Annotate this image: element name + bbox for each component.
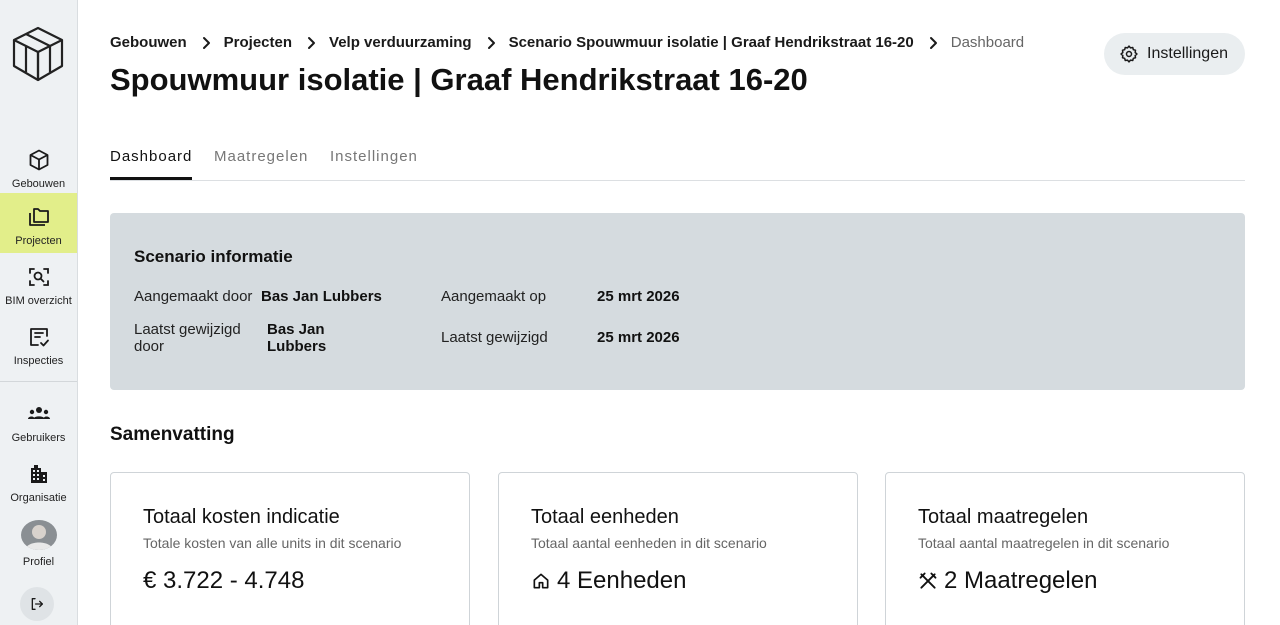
chevron-right-icon	[308, 36, 316, 49]
tools-icon	[919, 572, 937, 589]
tab-instellingen[interactable]: Instellingen	[330, 148, 418, 180]
checklist-icon	[29, 328, 49, 347]
sidebar-item-bim-overzicht[interactable]: BIM overzicht	[0, 253, 77, 313]
sidebar-item-projecten[interactable]: Projecten	[0, 193, 77, 253]
gear-icon	[1120, 45, 1138, 63]
scenario-info-title: Scenario informatie	[134, 247, 293, 266]
sidebar-item-profiel[interactable]: Profiel	[0, 508, 77, 568]
tab-maatregelen[interactable]: Maatregelen	[214, 148, 308, 180]
tab-dashboard[interactable]: Dashboard	[110, 148, 193, 180]
sidebar-item-label: Inspecties	[13, 355, 64, 367]
card-title: Totaal maatregelen	[918, 506, 1089, 528]
breadcrumb-item[interactable]: Projecten	[224, 34, 292, 51]
cube-icon	[29, 149, 48, 171]
card-value-text: € 3.722 - 4.748	[143, 567, 305, 594]
breadcrumb-item[interactable]: Velp verduurzaming	[329, 34, 472, 51]
modified-by-label: Laatst gewijzigd door	[134, 321, 241, 355]
sidebar-item-label: Organisatie	[10, 492, 67, 504]
settings-button[interactable]: Instellingen	[1104, 33, 1245, 75]
card-title: Totaal kosten indicatie	[143, 506, 340, 528]
chevron-right-icon	[202, 36, 210, 49]
page-title: Spouwmuur isolatie | Graaf Hendrikstraat…	[110, 62, 808, 97]
card-subtitle: Totale kosten van alle units in dit scen…	[143, 535, 402, 551]
modified-by-value-line2: Lubbers	[267, 338, 327, 355]
card-value-text: 4 Eenheden	[557, 567, 687, 594]
created-on-value: 25 mrt 2026	[597, 288, 680, 305]
folders-icon	[28, 208, 49, 226]
modified-on-value: 25 mrt 2026	[597, 329, 680, 346]
logout-button[interactable]	[20, 587, 54, 621]
modified-on-label: Laatst gewijzigd	[441, 329, 548, 346]
scan-search-icon	[28, 268, 49, 286]
sidebar-item-gebouwen[interactable]: Gebouwen	[0, 136, 77, 196]
sidebar-item-label: Profiel	[22, 556, 55, 568]
breadcrumb-current: Dashboard	[950, 34, 1025, 51]
sidebar-item-gebruikers[interactable]: Gebruikers	[0, 390, 77, 450]
card-value: 4 Eenheden	[531, 567, 686, 595]
users-icon	[27, 407, 50, 419]
sidebar-item-label: Gebouwen	[11, 178, 66, 190]
modified-by-label-line2: door	[134, 338, 165, 355]
settings-button-label: Instellingen	[1147, 45, 1228, 62]
app-logo[interactable]	[10, 22, 66, 86]
summary-card-costs: Totaal kosten indicatie Totale kosten va…	[110, 472, 470, 625]
modified-by-label-line1: Laatst gewijzigd	[134, 321, 241, 338]
created-on-label: Aangemaakt op	[441, 288, 547, 305]
modified-by-value: Bas Jan Lubbers	[267, 321, 326, 355]
sidebar-item-inspecties[interactable]: Inspecties	[0, 313, 77, 373]
home-icon	[533, 573, 549, 589]
sidebar-item-label: BIM overzicht	[5, 295, 72, 307]
breadcrumb-item[interactable]: Scenario Spouwmuur isolatie | Graaf Hend…	[509, 34, 914, 51]
chevron-right-icon	[487, 36, 495, 49]
modified-by-value-line1: Bas Jan	[267, 321, 325, 338]
summary-title: Samenvatting	[110, 424, 235, 445]
sidebar-divider	[0, 381, 77, 382]
building-icon	[30, 465, 47, 483]
card-value: 2 Maatregelen	[918, 567, 1097, 595]
sidebar-item-label: Gebruikers	[11, 432, 66, 444]
summary-card-units: Totaal eenheden Totaal aantal eenheden i…	[498, 472, 858, 625]
card-subtitle: Totaal aantal eenheden in dit scenario	[531, 535, 767, 551]
chevron-right-icon	[929, 36, 937, 49]
card-subtitle: Totaal aantal maatregelen in dit scenari…	[918, 535, 1170, 551]
sidebar-item-label: Projecten	[15, 235, 62, 247]
sidebar: Gebouwen Projecten BIM overzicht Inspect…	[0, 0, 78, 625]
created-by-value: Bas Jan Lubbers	[261, 288, 382, 305]
scenario-info-panel: Scenario informatie Aangemaakt door Bas …	[110, 213, 1245, 390]
summary-card-measures: Totaal maatregelen Totaal aantal maatreg…	[885, 472, 1245, 625]
created-by-label: Aangemaakt door	[134, 288, 253, 305]
card-value-text: 2 Maatregelen	[944, 567, 1098, 594]
tab-bar: Dashboard Maatregelen Instellingen	[110, 140, 1245, 181]
avatar	[20, 520, 57, 550]
card-title: Totaal eenheden	[531, 506, 679, 528]
logout-icon	[31, 598, 43, 610]
card-value: € 3.722 - 4.748	[143, 567, 304, 595]
sidebar-item-organisatie[interactable]: Organisatie	[0, 450, 77, 510]
breadcrumb: Gebouwen Projecten Velp verduurzaming Sc…	[110, 34, 1024, 51]
main-content: Gebouwen Projecten Velp verduurzaming Sc…	[110, 0, 1245, 625]
breadcrumb-item[interactable]: Gebouwen	[110, 34, 187, 51]
